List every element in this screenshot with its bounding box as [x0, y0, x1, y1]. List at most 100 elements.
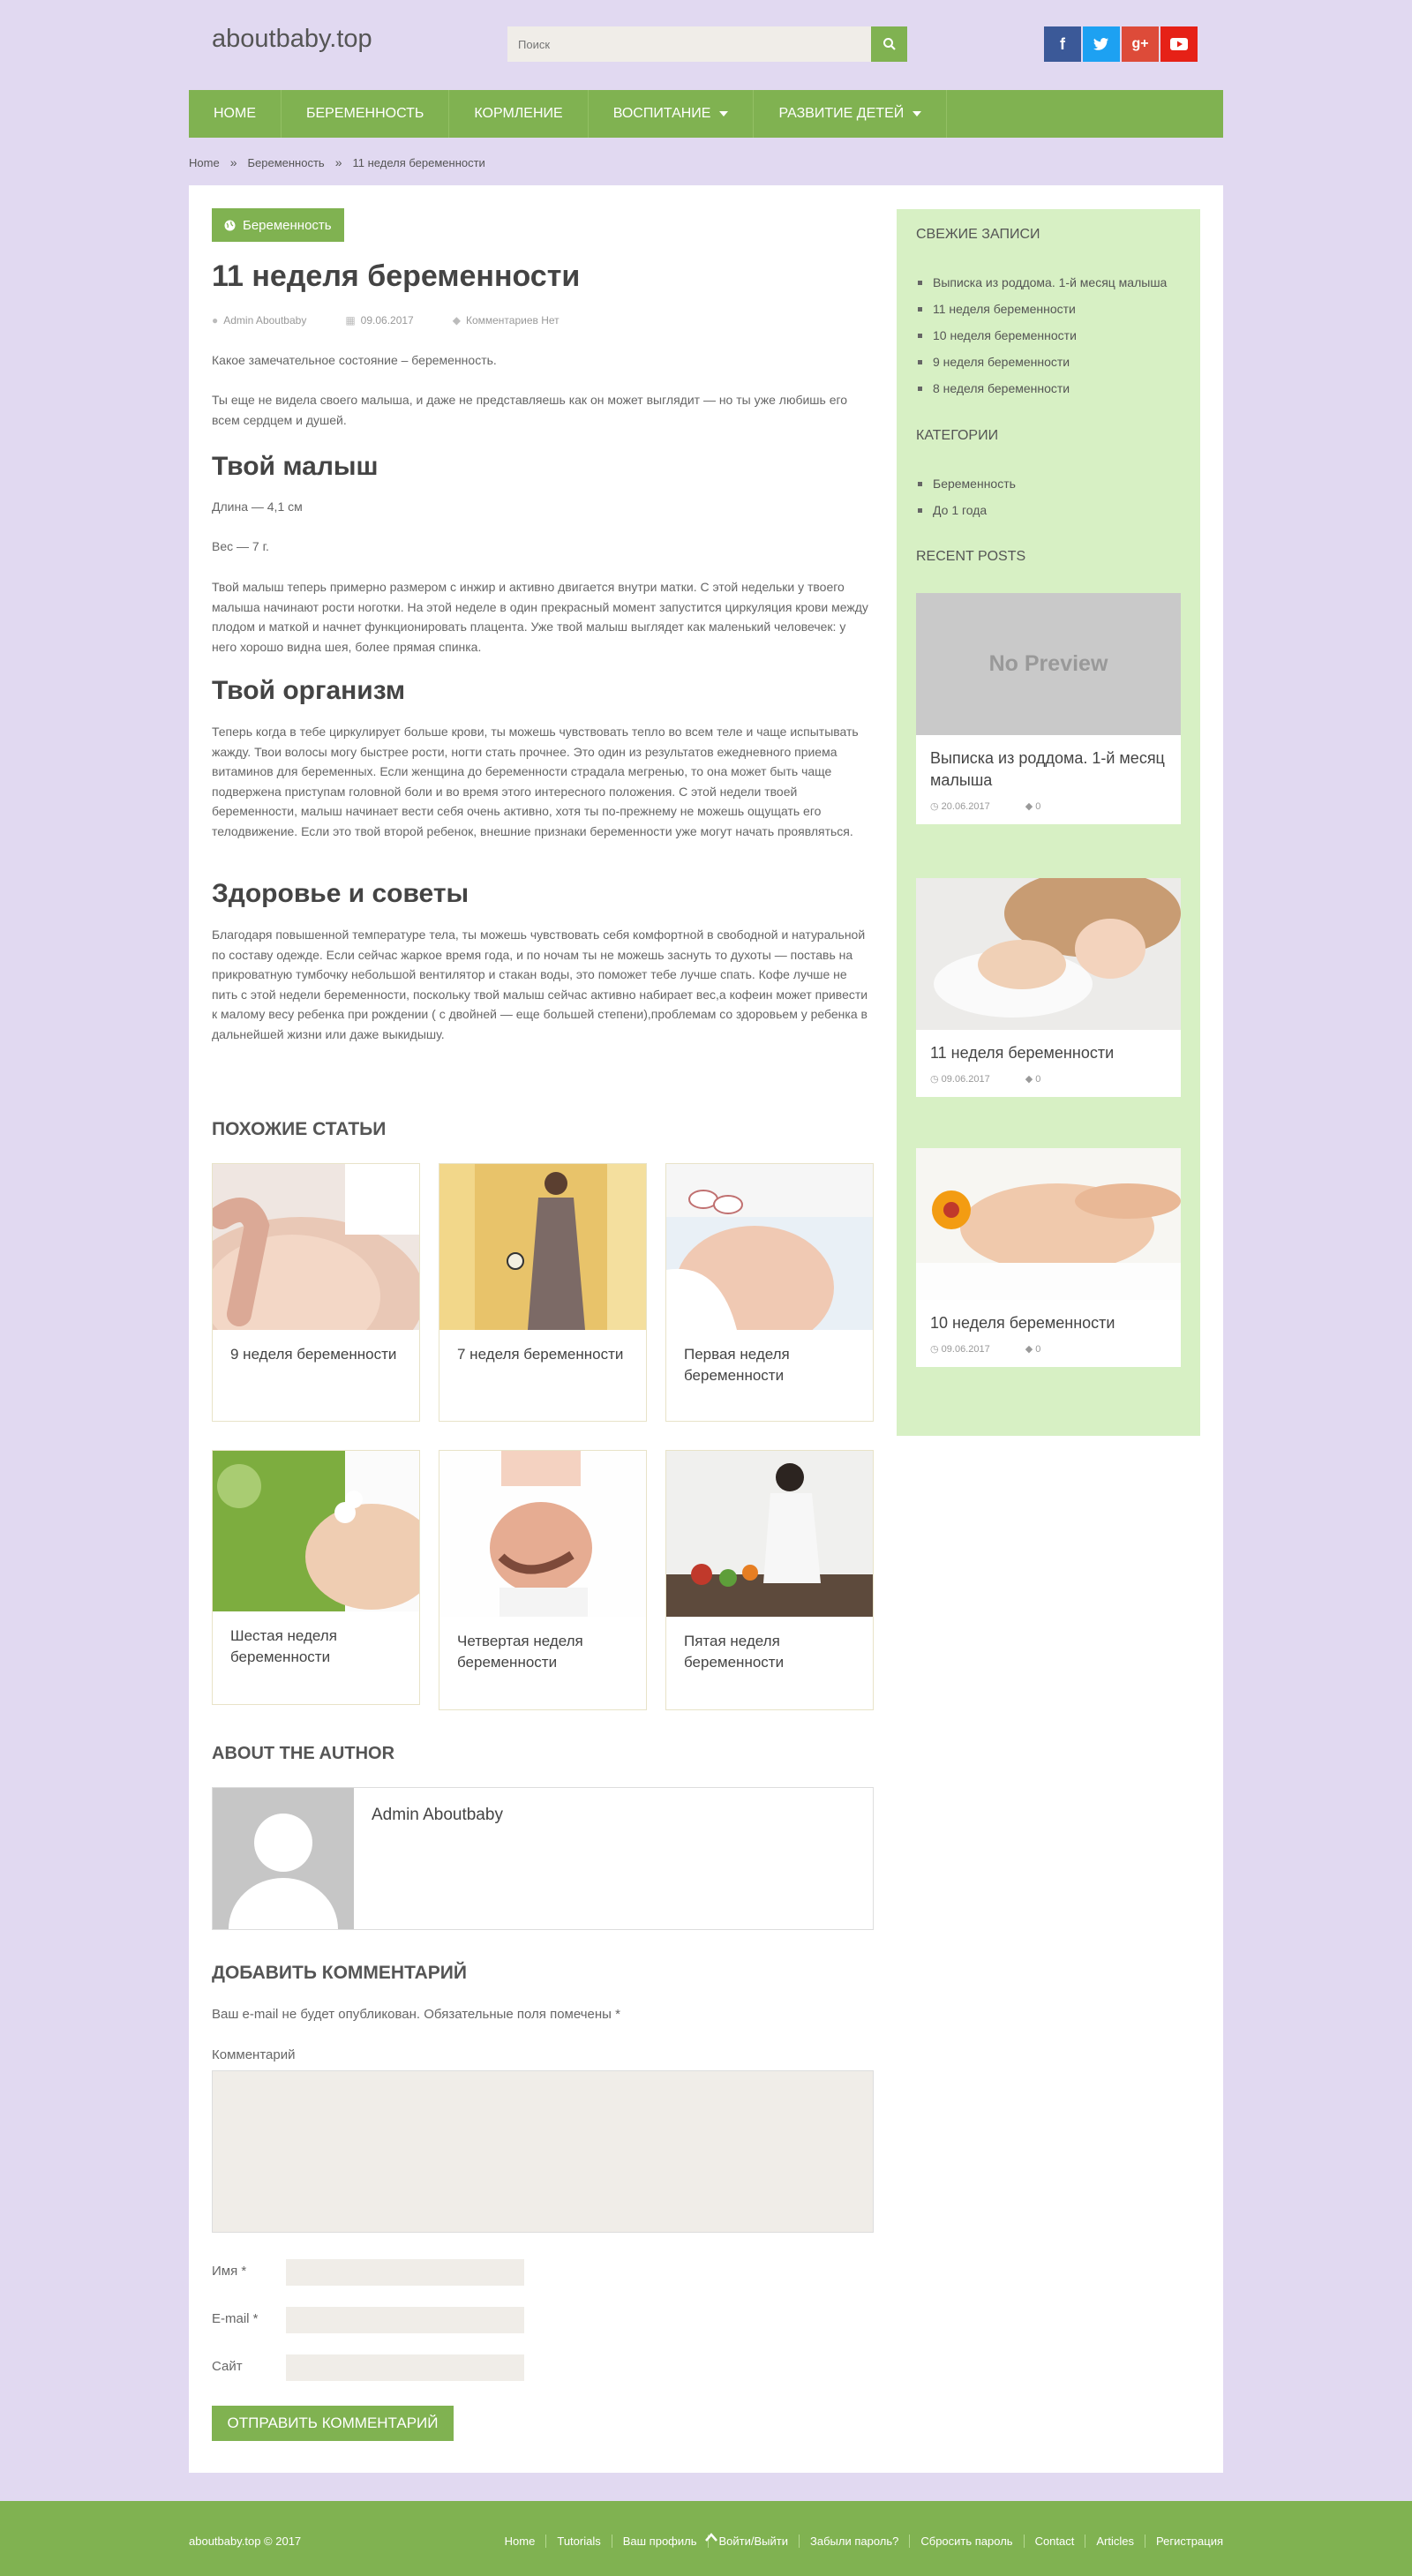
sidebar-category-item[interactable]: Беременность [918, 470, 1016, 497]
related-title[interactable]: Первая неделя беременности [666, 1330, 873, 1401]
footer-link[interactable]: Home [494, 2535, 547, 2548]
breadcrumb-category[interactable]: Беременность [247, 156, 324, 169]
sidebar-recent-item[interactable]: 9 неделя беременности [918, 349, 1167, 375]
scroll-to-top-icon[interactable] [705, 2531, 717, 2543]
related-card[interactable]: Пятая неделя беременности [665, 1450, 874, 1710]
related-thumbnail[interactable] [213, 1451, 419, 1611]
footer-link[interactable]: Ваш профиль [612, 2535, 709, 2548]
footer-copyright: aboutbaby.top © 2017 [189, 2535, 302, 2548]
related-title[interactable]: 7 неделя беременности [439, 1330, 646, 1379]
related-card[interactable]: 9 неделя беременности [212, 1163, 420, 1422]
related-title[interactable]: Пятая неделя беременности [666, 1617, 873, 1687]
search-button[interactable] [871, 26, 907, 62]
recent-post-card[interactable]: No Preview Выписка из роддома. 1-й месяц… [916, 593, 1181, 824]
chevron-down-icon [719, 111, 729, 116]
related-title[interactable]: Четвертая неделя беременности [439, 1617, 646, 1687]
related-card[interactable]: Четвертая неделя беременности [439, 1450, 647, 1710]
recent-post-card[interactable]: 10 неделя беременности ◷ 09.06.2017 ◆ 0 [916, 1148, 1181, 1367]
related-card[interactable]: Шестая неделя беременности [212, 1450, 420, 1705]
footer-link[interactable]: Contact [1025, 2535, 1086, 2548]
recent-post-thumbnail[interactable]: No Preview [916, 593, 1181, 735]
category-badge[interactable]: Беременность [212, 208, 344, 242]
sidebar-categories-list: Беременность До 1 года [918, 470, 1016, 523]
post-paragraph: Ты еще не видела своего малыша, и даже н… [212, 393, 848, 427]
recent-post-card[interactable]: 11 неделя беременности ◷ 09.06.2017 ◆ 0 [916, 878, 1181, 1097]
name-label: Имя * [212, 2264, 247, 2279]
comment-label: Комментарий [212, 2047, 296, 2062]
recent-post-title[interactable]: 10 неделя беременности [916, 1300, 1181, 1338]
search-icon [882, 38, 896, 50]
related-thumbnail[interactable] [666, 1451, 873, 1617]
footer-link[interactable]: Забыли пароль? [800, 2535, 911, 2548]
post-paragraph: Какое замечательное состояние – беременн… [212, 353, 497, 367]
youtube-icon[interactable] [1160, 26, 1198, 62]
related-thumbnail[interactable] [439, 1451, 646, 1617]
breadcrumb-separator-icon: » [334, 155, 342, 169]
related-thumbnail[interactable] [666, 1164, 873, 1330]
nav-item-pregnancy[interactable]: БЕРЕМЕННОСТЬ [282, 90, 450, 138]
breadcrumb: Home » Беременность » 11 неделя беременн… [189, 155, 485, 169]
related-title[interactable]: 9 неделя беременности [213, 1330, 419, 1379]
footer-link[interactable]: Сбросить пароль [910, 2535, 1025, 2548]
sidebar-recent-posts-heading: RECENT POSTS [916, 549, 1026, 564]
email-field[interactable] [286, 2307, 524, 2333]
post-paragraph: Благодаря повышенной температуре тела, т… [212, 928, 868, 1041]
clock-icon: ◷ [930, 801, 942, 812]
footer-link[interactable]: Войти/Выйти [709, 2535, 800, 2548]
recent-post-title[interactable]: Выписка из роддома. 1-й месяц малыша [916, 735, 1181, 795]
sidebar-recent-item[interactable]: Выписка из роддома. 1-й месяц малыша [918, 269, 1167, 296]
author-name[interactable]: Admin Aboutbaby [372, 1806, 503, 1825]
footer-link[interactable]: Tutorials [546, 2535, 612, 2548]
comments-icon: ◆ [1025, 801, 1036, 812]
sidebar-recent-list: Выписка из роддома. 1-й месяц малыша 11 … [918, 269, 1167, 402]
related-title[interactable]: Шестая неделя беременности [213, 1611, 419, 1682]
recent-post-meta: ◷ 09.06.2017 ◆ 0 [930, 1074, 1041, 1085]
section-heading: Твой организм [212, 676, 406, 705]
sidebar-recent-heading: СВЕЖИЕ ЗАПИСИ [916, 227, 1040, 242]
breadcrumb-separator-icon: » [229, 155, 237, 169]
related-thumbnail[interactable] [213, 1164, 419, 1330]
facebook-icon[interactable]: f [1044, 26, 1081, 62]
nav-item-development[interactable]: РАЗВИТИЕ ДЕТЕЙ [754, 90, 948, 138]
search-form [507, 26, 907, 62]
recent-post-thumbnail[interactable] [916, 1148, 1181, 1300]
sidebar-recent-item[interactable]: 11 неделя беременности [918, 296, 1167, 322]
post-author[interactable]: Admin Aboutbaby [223, 314, 306, 327]
name-field[interactable] [286, 2259, 524, 2286]
nav-item-upbringing[interactable]: ВОСПИТАНИЕ [589, 90, 755, 138]
footer-link[interactable]: Articles [1085, 2535, 1145, 2548]
sidebar-category-item[interactable]: До 1 года [918, 497, 1016, 523]
post-paragraph: Длина — 4,1 см [212, 499, 303, 514]
related-thumbnail[interactable] [439, 1164, 646, 1330]
clock-icon: ◷ [930, 1074, 942, 1085]
breadcrumb-current: 11 неделя беременности [352, 155, 485, 169]
related-card[interactable]: Первая неделя беременности [665, 1163, 874, 1422]
breadcrumb-home[interactable]: Home [189, 156, 220, 169]
googleplus-icon[interactable]: g+ [1122, 26, 1159, 62]
recent-post-title[interactable]: 11 неделя беременности [916, 1030, 1181, 1068]
nav-item-home[interactable]: HOME [189, 90, 282, 138]
sidebar-recent-item[interactable]: 8 неделя беременности [918, 375, 1167, 402]
site-field[interactable] [286, 2354, 524, 2381]
globe-icon [224, 220, 236, 230]
nav-item-feeding[interactable]: КОРМЛЕНИЕ [449, 90, 589, 138]
post-paragraph: Теперь когда в тебе циркулирует больше к… [212, 725, 859, 838]
recent-post-thumbnail[interactable] [916, 878, 1181, 1030]
twitter-icon[interactable] [1083, 26, 1120, 62]
email-label: E-mail * [212, 2311, 259, 2326]
related-card[interactable]: 7 неделя беременности [439, 1163, 647, 1422]
search-input[interactable] [507, 26, 871, 62]
post-comments[interactable]: Комментариев Нет [466, 314, 560, 327]
avatar [213, 1788, 354, 1929]
site-title[interactable]: aboutbaby.top [212, 25, 372, 54]
footer-link[interactable]: Регистрация [1145, 2535, 1223, 2548]
main-nav: HOME БЕРЕМЕННОСТЬ КОРМЛЕНИЕ ВОСПИТАНИЕ Р… [189, 90, 1223, 138]
user-icon: ● [212, 314, 219, 327]
section-heading: Твой малыш [212, 452, 379, 481]
comments-icon: ◆ [1025, 1344, 1036, 1355]
comment-textarea[interactable] [212, 2070, 874, 2233]
sidebar-recent-item[interactable]: 10 неделя беременности [918, 322, 1167, 349]
submit-comment-button[interactable]: ОТПРАВИТЬ КОММЕНТАРИЙ [212, 2406, 454, 2441]
post-date: 09.06.2017 [360, 314, 414, 327]
related-heading: ПОХОЖИЕ СТАТЬИ [212, 1119, 387, 1139]
